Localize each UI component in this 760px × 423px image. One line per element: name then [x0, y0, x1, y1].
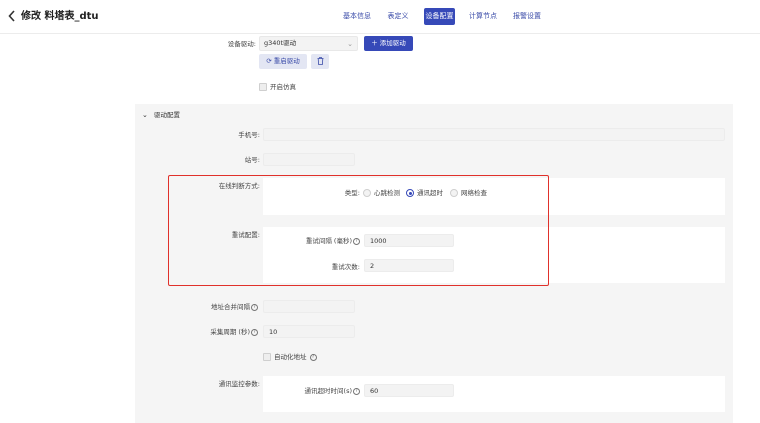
simulation-label: 开启仿真 [270, 83, 296, 91]
help-icon[interactable]: ? [309, 353, 317, 361]
trash-icon [317, 57, 323, 65]
tab-device-config[interactable]: 设备配置 [424, 8, 455, 25]
station-label: 站号: [244, 156, 260, 164]
help-icon[interactable]: ? [353, 387, 360, 395]
chevron-down-icon: ⌄ [142, 111, 148, 119]
tab-compute-node[interactable]: 计算节点 [468, 8, 498, 25]
station-input[interactable] [263, 153, 355, 166]
collect-period-label: 采集周期 (秒) [210, 328, 250, 336]
restart-driver-label: 重启驱动 [273, 57, 300, 65]
simulation-checkbox[interactable] [259, 83, 267, 91]
page-title: 修改 料塔表_dtu [21, 11, 99, 22]
refresh-icon: ⟳ [266, 57, 272, 65]
comm-monitor-label: 通讯监控参数: [218, 380, 260, 388]
back-arrow-icon[interactable] [8, 10, 18, 24]
collect-period-input[interactable]: 10 [263, 325, 355, 338]
add-driver-button[interactable]: ＋ 添加驱动 [364, 36, 413, 51]
device-driver-label: 设备驱动: [227, 40, 256, 48]
auto-address-label: 自动化地址 [274, 353, 307, 361]
collect-period-label-wrap: 采集周期 (秒)? [190, 327, 258, 337]
add-driver-label: 添加驱动 [379, 39, 406, 47]
comm-timeout-input[interactable]: 60 [364, 384, 454, 397]
device-driver-select[interactable]: g340t驱动 ⌄ [259, 36, 358, 51]
highlight-box [168, 175, 549, 286]
phone-input[interactable] [263, 128, 725, 141]
help-icon[interactable]: ? [251, 328, 258, 336]
help-icon[interactable]: ? [251, 303, 258, 311]
phone-label: 手机号: [238, 131, 260, 139]
tab-alarm-settings[interactable]: 报警设置 [512, 8, 542, 25]
driver-config-header[interactable]: ⌄ 驱动配置 [142, 110, 180, 120]
plus-icon: ＋ [371, 39, 378, 47]
restart-driver-button[interactable]: ⟳ 重启驱动 [259, 54, 307, 69]
delete-driver-button[interactable] [311, 54, 329, 69]
tab-basic-info[interactable]: 基本信息 [342, 8, 372, 25]
addr-merge-label: 地址合并间隔 [211, 303, 250, 311]
driver-config-title: 驱动配置 [153, 111, 180, 119]
tab-table-definition[interactable]: 表定义 [386, 8, 410, 25]
device-driver-value: g340t驱动 [264, 39, 297, 47]
comm-timeout-label: 通讯超时时间(s) [304, 387, 352, 395]
chevron-down-icon: ⌄ [347, 40, 353, 48]
page-header: 修改 料塔表_dtu 基本信息 表定义 设备配置 计算节点 报警设置 [0, 0, 760, 34]
addr-merge-label-wrap: 地址合并间隔? [190, 302, 258, 312]
comm-timeout-label-wrap: 通讯超时时间(s)? [288, 386, 360, 396]
auto-address-checkbox[interactable] [263, 353, 271, 361]
addr-merge-input[interactable] [263, 300, 355, 313]
auto-address-label-wrap: 自动化地址 ? [274, 352, 317, 362]
